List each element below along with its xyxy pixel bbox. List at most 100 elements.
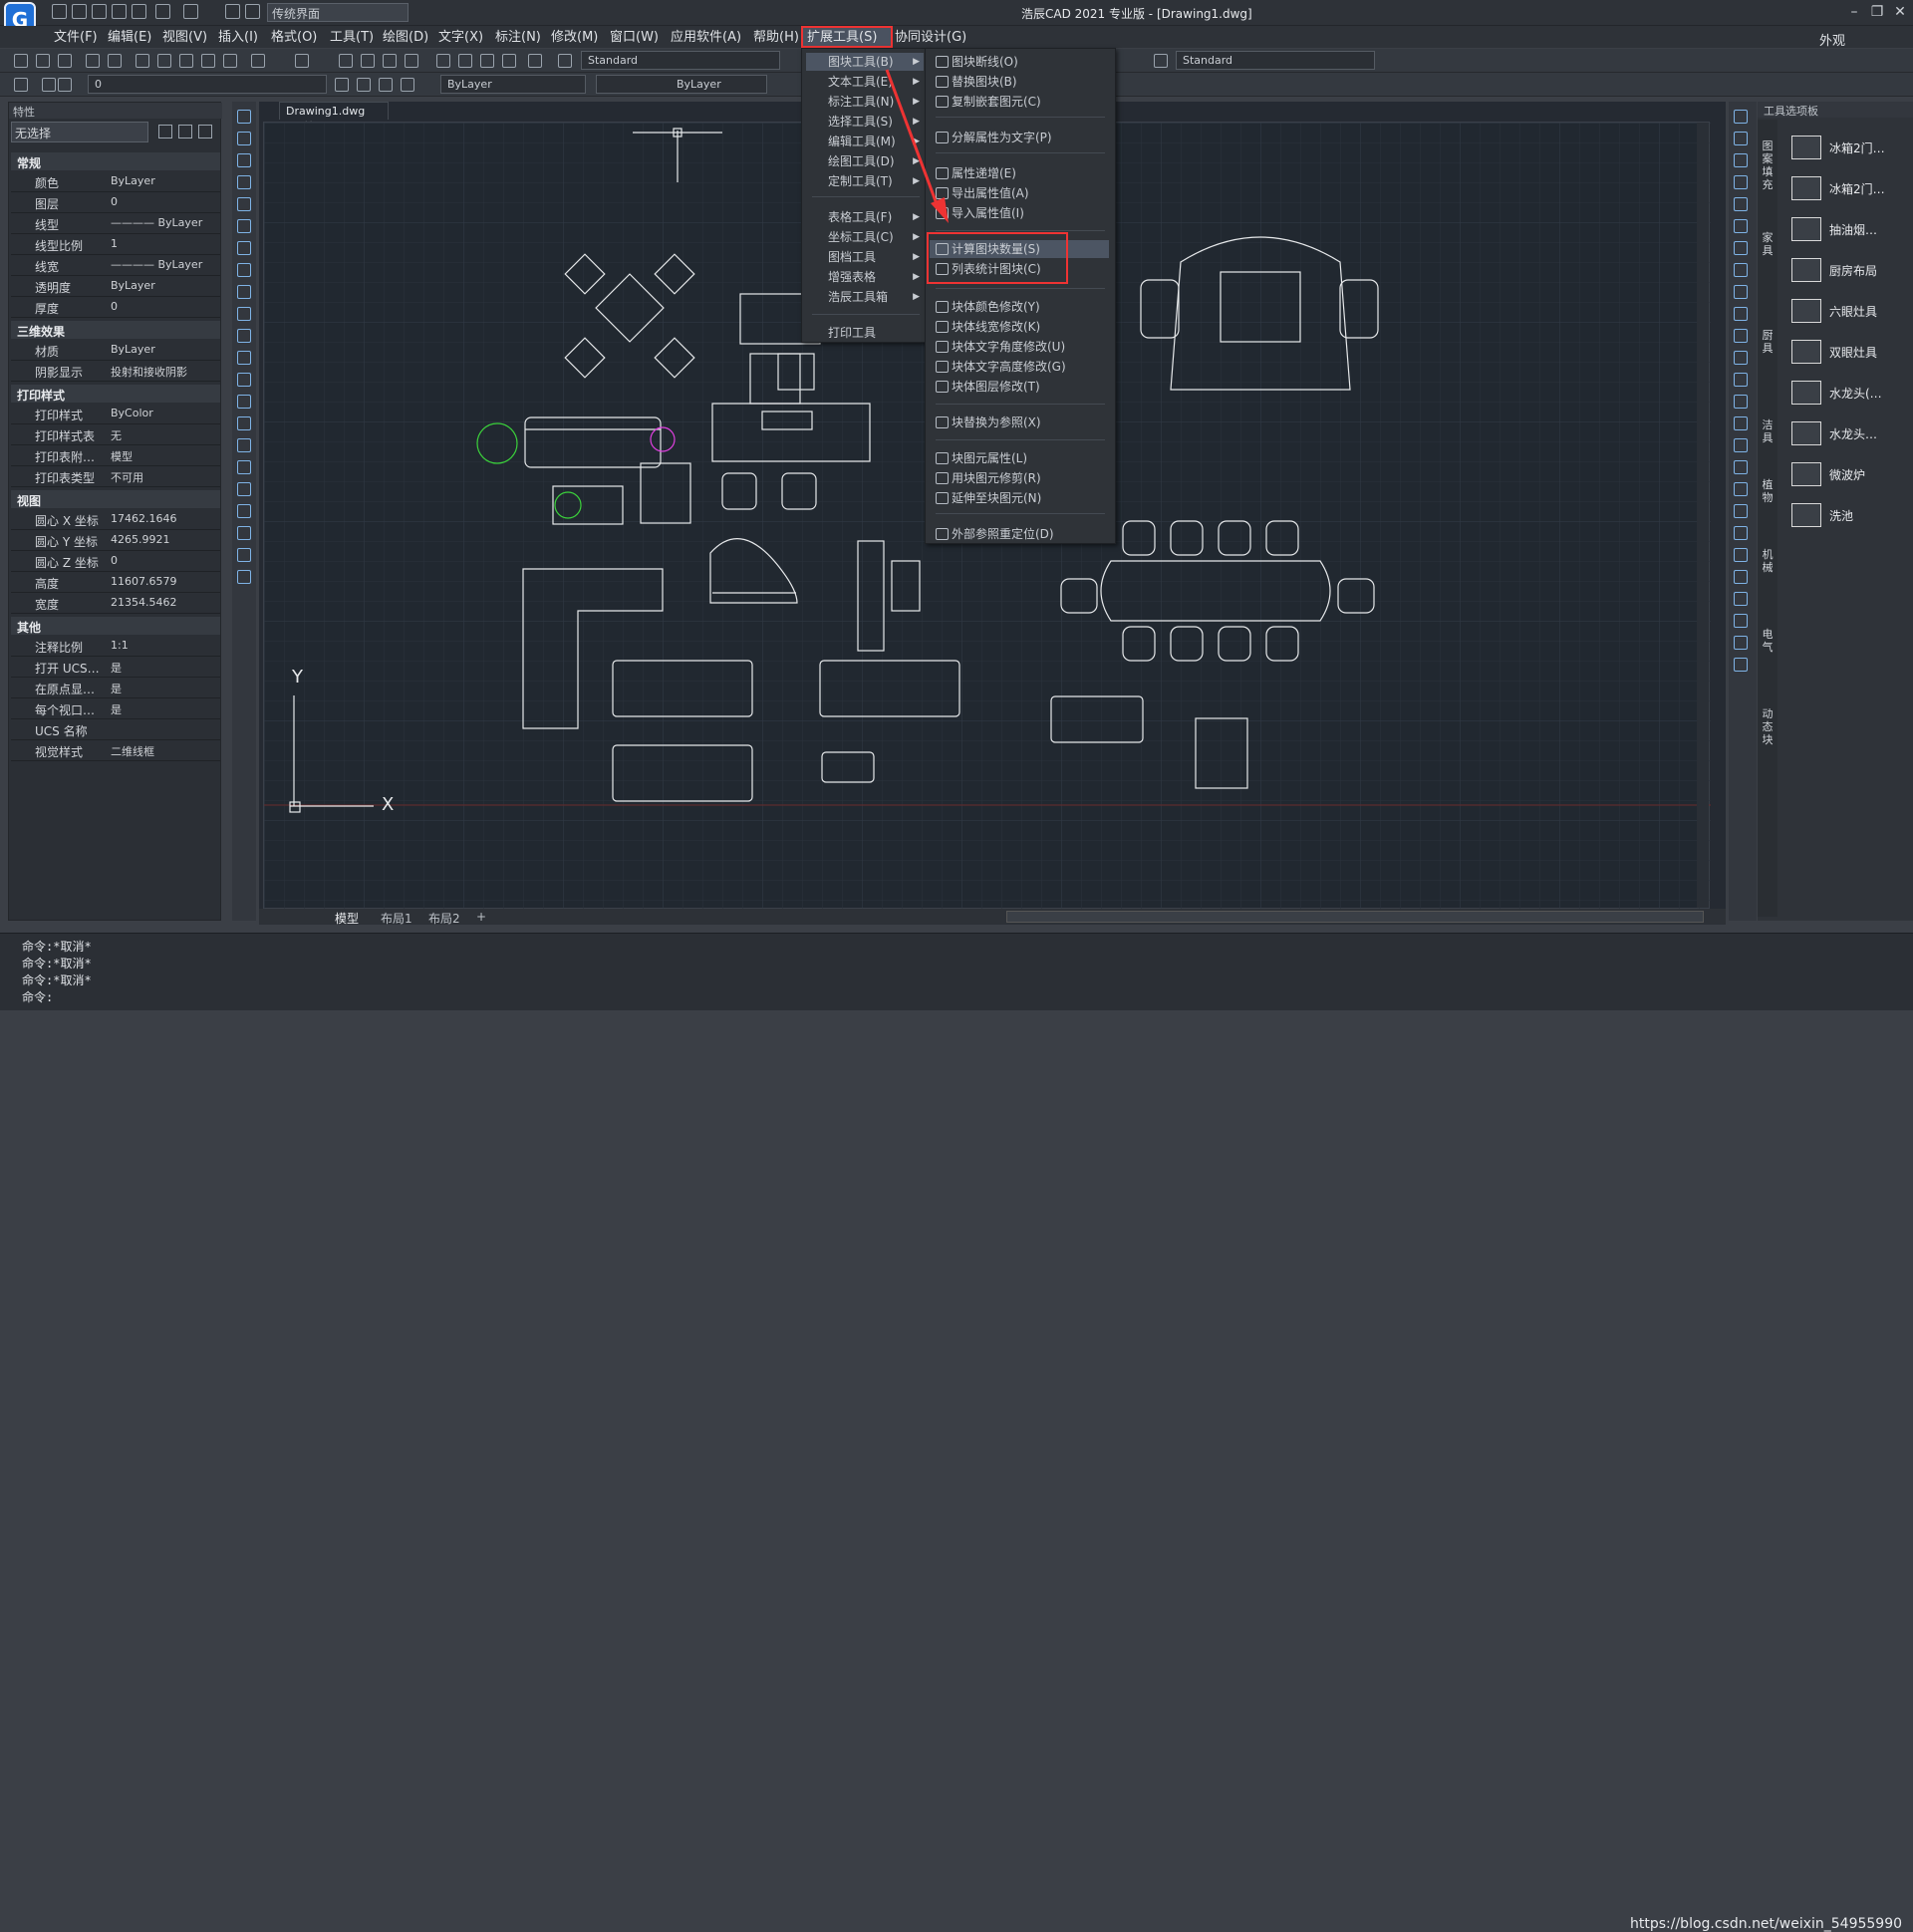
draw-tool-icon[interactable] [237,175,251,189]
draw-tool-icon[interactable] [237,416,251,430]
block-icon[interactable] [223,54,237,68]
modify-tool-icon[interactable] [1734,460,1748,474]
property-section[interactable]: 其他 [11,617,220,635]
block-menu-item[interactable]: 块图元属性(L) [930,449,1109,467]
modify-tool-icon[interactable] [1734,482,1748,496]
modify-tool-icon[interactable] [1734,285,1748,299]
layer-select[interactable]: 0 [88,75,327,94]
palette-item[interactable]: 水龙头(… [1787,377,1911,411]
menu-draw[interactable]: 绘图(D) [379,28,432,47]
draw-tool-icon[interactable] [237,329,251,343]
ext-menu-item[interactable]: 图档工具 ▶ [806,248,924,266]
modify-tool-icon[interactable] [1734,548,1748,562]
modify-tool-icon[interactable] [1734,110,1748,124]
vertical-scrollbar[interactable] [1697,123,1709,908]
modify-tool-icon[interactable] [1734,592,1748,606]
undo-icon[interactable] [155,4,170,19]
draw-tool-icon[interactable] [237,395,251,409]
palette-item[interactable]: 微波炉 [1787,458,1911,492]
property-value[interactable]: 21354.5462 [111,596,176,609]
property-value[interactable]: 无 [111,427,122,443]
property-value[interactable]: 0 [111,300,118,313]
properties-icon[interactable] [436,54,450,68]
ext-menu-item[interactable]: 打印工具 [806,324,924,342]
block-menu-item[interactable]: 块体颜色修改(Y) [930,298,1109,316]
block-menu-item[interactable]: 导入属性值(I) [930,204,1109,222]
layer-prev-icon[interactable] [335,78,349,92]
menu-dimension[interactable]: 标注(N) [491,28,545,47]
draw-tool-icon[interactable] [237,263,251,277]
block-menu-item[interactable]: 块体图层修改(T) [930,378,1109,396]
property-row[interactable]: 线型比例 1 [11,235,220,255]
paste-icon[interactable] [179,54,193,68]
property-value[interactable]: 不可用 [111,469,143,485]
modify-tool-icon[interactable] [1734,570,1748,584]
block-menu-item[interactable]: 属性递增(E) [930,164,1109,182]
menu-text[interactable]: 文字(X) [434,28,487,47]
modify-tool-icon[interactable] [1734,175,1748,189]
palette-item[interactable]: 双眼灶具 [1787,336,1911,370]
draw-tool-icon[interactable] [237,438,251,452]
layer-manager-icon[interactable] [14,78,28,92]
property-row[interactable]: 每个视口… 是 [11,699,220,719]
draw-tool-icon[interactable] [237,197,251,211]
maximize-button[interactable]: ❐ [1868,3,1886,21]
property-row[interactable]: UCS 名称 [11,720,220,740]
modify-tool-icon[interactable] [1734,395,1748,409]
block-menu-item[interactable]: 外部参照重定位(D) [930,525,1109,543]
save-as-icon[interactable] [112,4,127,19]
modify-tool-icon[interactable] [1734,351,1748,365]
modify-tool-icon[interactable] [1734,373,1748,387]
text-style-select[interactable]: Standard [581,51,780,70]
property-row[interactable]: 透明度 ByLayer [11,277,220,297]
minimize-button[interactable]: – [1845,3,1863,21]
block-menu-item[interactable]: 用块图元修剪(R) [930,469,1109,487]
ext-menu-item[interactable]: 增强表格 ▶ [806,268,924,286]
property-row[interactable]: 注释比例 1:1 [11,637,220,657]
modify-tool-icon[interactable] [1734,263,1748,277]
property-value[interactable]: 是 [111,660,122,676]
quick-select-icon[interactable] [198,125,212,138]
draw-tool-icon[interactable] [237,219,251,233]
modify-tool-icon[interactable] [1734,153,1748,167]
bulb-icon[interactable] [42,78,56,92]
draw-tool-icon[interactable] [237,241,251,255]
print-icon[interactable] [132,4,146,19]
tab-layout1[interactable]: 布局1 [381,910,412,927]
modify-tool-icon[interactable] [1734,416,1748,430]
property-value[interactable]: 模型 [111,448,133,464]
block-menu-item[interactable]: 复制嵌套图元(C) [930,93,1109,111]
property-row[interactable]: 打印表附… 模型 [11,446,220,466]
modify-tool-icon[interactable] [1734,307,1748,321]
linetype-select[interactable]: ByLayer [596,75,767,94]
property-row[interactable]: 打印表类型 不可用 [11,467,220,487]
block-menu-item[interactable]: 替换图块(B) [930,73,1109,91]
draw-tool-icon[interactable] [237,153,251,167]
cut-icon[interactable] [136,54,149,68]
menu-help[interactable]: 帮助(H) [749,28,803,47]
menu-apps[interactable]: 应用软件(A) [667,28,745,47]
modify-tool-icon[interactable] [1734,197,1748,211]
block-menu-item[interactable]: 图块断线(O) [930,53,1109,71]
property-value[interactable]: 是 [111,701,122,717]
menu-tools[interactable]: 工具(T) [326,28,378,47]
zoom-prev-icon[interactable] [405,54,418,68]
new-file-icon[interactable] [52,4,67,19]
sun-icon[interactable] [58,78,72,92]
draw-tool-icon[interactable] [237,570,251,584]
draw-tool-icon[interactable] [237,285,251,299]
open-icon[interactable] [36,54,50,68]
draw-tool-icon[interactable] [237,504,251,518]
workspace-select[interactable]: 传统界面 [267,3,409,22]
modify-tool-icon[interactable] [1734,526,1748,540]
property-section[interactable]: 三维效果 [11,321,220,339]
palette-item[interactable]: 冰箱2门… [1787,132,1911,165]
draw-tool-icon[interactable] [237,482,251,496]
preview-icon[interactable] [108,54,122,68]
ext-menu-item[interactable]: 浩辰工具箱 ▶ [806,288,924,306]
property-value[interactable]: ByLayer [111,174,155,187]
property-row[interactable]: 宽度 21354.5462 [11,594,220,614]
property-row[interactable]: 圆心 Y 坐标 4265.9921 [11,531,220,551]
open-file-icon[interactable] [72,4,87,19]
draw-tool-icon[interactable] [237,373,251,387]
